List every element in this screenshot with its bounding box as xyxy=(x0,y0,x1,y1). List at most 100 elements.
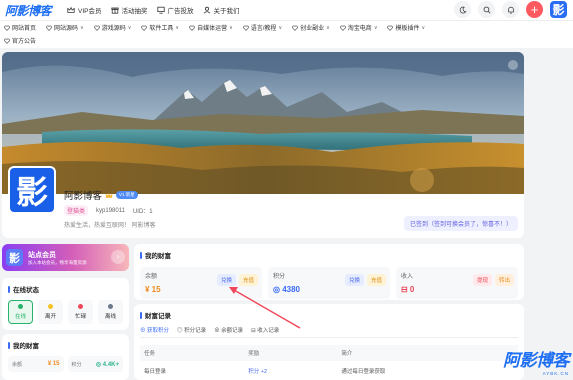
avatar[interactable]: 影 xyxy=(550,1,567,18)
crown-icon xyxy=(67,6,75,14)
tab-points-log[interactable]: ◎ 积分记录 xyxy=(177,326,206,334)
mini-balance-value: ¥ 15 xyxy=(47,361,60,367)
chevron-down-icon: ∨ xyxy=(127,24,132,31)
category-label: 创业副业 xyxy=(300,26,325,32)
balance-recharge-button[interactable]: 充值 xyxy=(238,274,258,286)
category-site-source[interactable]: 网站源码 ∨ xyxy=(46,23,84,32)
category-row-1: 网站首页 网站源码 ∨ 游戏源码 ∨ 软件工具 ∨ 自媒体运营 ∨ 语言/教程 ∨ 创业副… xyxy=(0,21,573,34)
chevron-down-icon: ∨ xyxy=(326,24,330,31)
chevron-down-icon: ∨ xyxy=(373,24,378,31)
heart-icon xyxy=(242,25,249,31)
category-announcement[interactable]: 官方公告 xyxy=(4,36,36,45)
status-options: 在线 离开 忙碌 离线 xyxy=(8,300,123,324)
avatar-text: 影 xyxy=(10,168,54,212)
tab-label: 收入记录 xyxy=(257,328,280,334)
bell-icon xyxy=(507,6,515,14)
category-label: 游戏源码 xyxy=(101,26,126,32)
category-label: 语言/教程 xyxy=(250,26,277,32)
heart-icon xyxy=(141,25,148,31)
nav-about[interactable]: 关于我们 xyxy=(203,5,240,15)
heart-icon xyxy=(4,25,10,31)
banner-options-button[interactable] xyxy=(508,60,518,70)
category-ecommerce[interactable]: 淘宝电商 ∨ xyxy=(340,23,378,32)
wealth-records-title: 财富记录 xyxy=(140,310,518,320)
nav-ads-label: 广告投放 xyxy=(167,8,194,15)
vip-title: 站点会员 xyxy=(28,252,56,259)
category-label: 模板插件 xyxy=(395,26,420,32)
watermark-domain: AYBK.CN xyxy=(542,371,569,376)
tab-balance-log[interactable]: ⊗ 余额记录 xyxy=(214,326,243,334)
table-header: 任务 奖励 简介 xyxy=(140,345,518,361)
gift-icon xyxy=(110,6,119,14)
chevron-right-icon[interactable]: › xyxy=(111,250,125,264)
vip-card[interactable]: 影 站点会员 加入本站会员，畅享海量资源 › xyxy=(2,244,129,271)
status-away[interactable]: 离开 xyxy=(38,300,63,324)
withdraw-button[interactable]: 提现 xyxy=(472,274,492,286)
chevron-down-icon: ∨ xyxy=(229,24,233,31)
dark-mode-button[interactable] xyxy=(454,1,471,18)
watermark-logo: 阿影博客 xyxy=(503,351,570,371)
chevron-down-icon: ∨ xyxy=(175,24,180,31)
heart-icon xyxy=(340,25,346,31)
category-templates[interactable]: 模板插件 ∨ xyxy=(387,23,425,32)
my-wealth-panel: 我的财富 余额 ¥ 15 兑换 充值 积分 ◎ 4380 兑换 充值 收入 ⊟ … xyxy=(134,244,524,300)
nav-about-label: 关于我们 xyxy=(213,8,240,15)
nav-lottery[interactable]: 活动抽奖 xyxy=(110,5,148,15)
category-sidejob[interactable]: 创业副业 ∨ xyxy=(292,23,330,32)
status-label: 忙碌 xyxy=(74,314,86,320)
chevron-down-icon: ∨ xyxy=(80,24,84,31)
category-tutorial[interactable]: 语言/教程 ∨ xyxy=(242,23,282,32)
mini-points-value: ◎ 4.4K+ xyxy=(95,361,119,368)
column-header: 任务 xyxy=(140,345,245,361)
tab-income-log[interactable]: ⊟ 收入记录 xyxy=(251,326,279,334)
tab-get-points[interactable]: ⊕ 获取积分 xyxy=(140,326,169,334)
category-label: 自媒体运营 xyxy=(197,26,228,32)
status-dot xyxy=(18,304,23,309)
category-software[interactable]: 软件工具 ∨ xyxy=(141,23,179,32)
table-row: 每日登录 积分 +2 通过每日登录获取 xyxy=(140,361,518,380)
status-offline[interactable]: 离线 xyxy=(98,300,123,324)
add-button[interactable]: + xyxy=(526,1,543,18)
nav-vip-label: VIP会员 xyxy=(78,8,102,15)
income-actions: 提现 转出 xyxy=(472,274,514,286)
income-value: ⊟ 0 xyxy=(401,285,415,294)
notification-button[interactable] xyxy=(502,1,519,18)
wealth-records-panel: 财富记录 ⊕ 获取积分 ◎ 积分记录 ⊗ 余额记录 ⊟ 收入记录 任务 奖励 简… xyxy=(134,304,524,380)
mini-points-label: 积分 xyxy=(71,361,82,368)
column-header: 奖励 xyxy=(244,345,338,361)
category-media[interactable]: 自媒体运营 ∨ xyxy=(189,23,233,32)
site-logo[interactable]: 阿影博客 xyxy=(5,2,52,19)
profile-card: 影 阿影博客 V1 新星 登猫类 kyp198011 UID：1 热爱生活，热爱… xyxy=(2,166,524,238)
search-button[interactable] xyxy=(478,1,495,18)
transfer-button[interactable]: 转出 xyxy=(494,274,514,286)
heart-icon xyxy=(189,25,195,31)
search-icon xyxy=(483,6,491,14)
balance-exchange-button[interactable]: 兑换 xyxy=(216,274,236,286)
top-actions: + 影 xyxy=(454,1,567,18)
nav-ads[interactable]: 广告投放 xyxy=(156,5,194,15)
checkin-button[interactable]: 已签到（签到可换会员了，惊喜不！） xyxy=(403,216,518,231)
points-recharge-button[interactable]: 充值 xyxy=(366,274,386,286)
status-label: 离开 xyxy=(44,314,56,320)
landscape-image xyxy=(2,52,524,194)
profile-banner xyxy=(2,52,524,194)
category-label: 网站首页 xyxy=(12,26,37,32)
vip-logo: 影 xyxy=(6,249,23,266)
nav-vip[interactable]: VIP会员 xyxy=(67,5,102,15)
level-badge: V1 新星 xyxy=(116,191,138,199)
category-game-source[interactable]: 游戏源码 ∨ xyxy=(93,23,132,32)
top-nav: VIP会员 活动抽奖 广告投放 关于我们 xyxy=(67,5,240,15)
crown-icon xyxy=(105,192,113,199)
top-bar: 阿影博客 VIP会员 活动抽奖 广告投放 关于我们 + 影 xyxy=(0,0,573,20)
points-exchange-button[interactable]: 兑换 xyxy=(344,274,364,286)
reward-cell: 积分 +2 xyxy=(248,369,268,375)
profile-avatar[interactable]: 影 xyxy=(8,166,56,214)
status-busy[interactable]: 忙碌 xyxy=(68,300,93,324)
desc-cell: 通过每日登录获取 xyxy=(341,369,386,375)
category-home[interactable]: 网站首页 xyxy=(4,23,36,32)
mini-balance[interactable]: 余额 ¥ 15 xyxy=(8,356,64,372)
points-actions: 兑换 充值 xyxy=(344,274,386,286)
status-dot xyxy=(108,304,113,309)
status-online[interactable]: 在线 xyxy=(8,300,33,324)
mini-points[interactable]: 积分 ◎ 4.4K+ xyxy=(67,356,123,372)
